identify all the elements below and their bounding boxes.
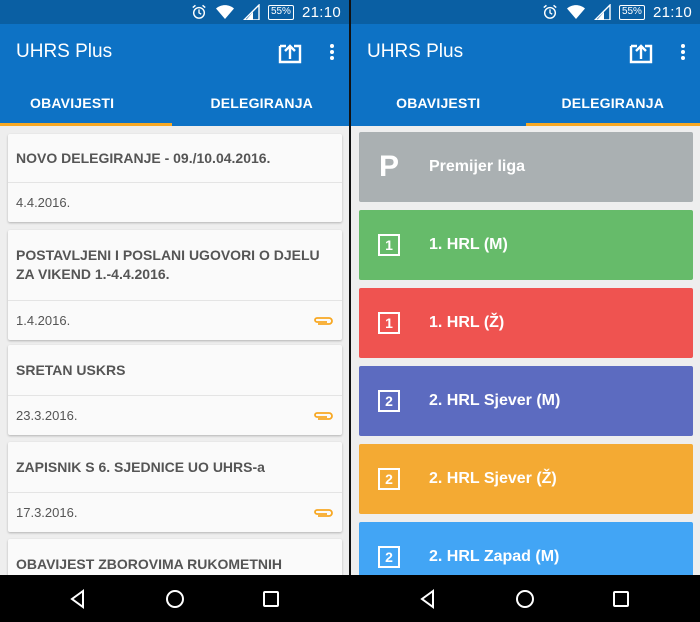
league-name: 2. HRL Sjever (M) [429, 392, 561, 409]
league-item-2-hrl-sjever-z[interactable]: 2 2. HRL Sjever (Ž) [359, 444, 693, 514]
league-item-premijer-liga[interactable]: P Premijer liga [359, 132, 693, 202]
news-card[interactable]: OBAVIJEST ZBOROVIMA RUKOMETNIH [8, 539, 342, 575]
league-item-1-hrl-m[interactable]: 1 1. HRL (M) [359, 210, 693, 280]
signal-icon [593, 4, 611, 20]
tab-delegiranja[interactable]: DELEGIRANJA [525, 80, 700, 126]
attachment-icon [314, 411, 333, 420]
tab-bar: OBAVIJESTI DELEGIRANJA [0, 80, 349, 126]
home-icon[interactable] [163, 587, 187, 611]
app-bar: UHRS Plus [0, 24, 349, 80]
app-title: UHRS Plus [367, 41, 464, 62]
share-icon[interactable] [628, 40, 654, 64]
news-footer: 17.3.2016. [8, 492, 342, 532]
news-title: NOVO DELEGIRANJE - 09./10.04.2016. [16, 149, 271, 166]
attachment-icon [314, 316, 333, 325]
system-nav-bar [0, 575, 700, 622]
tab-delegiranja[interactable]: DELEGIRANJA [172, 80, 350, 126]
news-card[interactable]: NOVO DELEGIRANJE - 09./10.04.2016. 4.4.2… [8, 134, 342, 222]
tab-obavijesti[interactable]: OBAVIJESTI [351, 80, 526, 126]
news-title: POSTAVLJENI I POSLANI UGOVORI O DJELU ZA… [16, 247, 320, 282]
recents-icon[interactable] [609, 587, 633, 611]
news-date: 17.3.2016. [16, 505, 78, 520]
back-icon[interactable] [416, 587, 440, 611]
status-bar: 55% 21:10 [351, 0, 700, 24]
league-list: P Premijer liga 1 1. HRL (M) 1 1. HRL (Ž… [351, 126, 700, 575]
league-name: 2. HRL Zapad (M) [429, 548, 560, 565]
news-list: NOVO DELEGIRANJE - 09./10.04.2016. 4.4.2… [0, 126, 349, 575]
clock: 21:10 [301, 3, 341, 21]
alarm-icon [543, 4, 557, 19]
news-date: 4.4.2016. [16, 195, 71, 210]
status-bar: 55% 21:10 [0, 0, 349, 24]
news-title: ZAPISNIK S 6. SJEDNICE UO UHRS-a [16, 458, 265, 475]
news-footer: 4.4.2016. [8, 182, 342, 222]
battery-icon: 55% [618, 4, 645, 20]
league-name: Premijer liga [429, 158, 526, 175]
number-2-icon: 2 [359, 468, 419, 490]
screen-delegations: 55% 21:10 UHRS Plus OBAVIJESTI DELEGIRAN… [351, 0, 700, 575]
home-icon[interactable] [513, 587, 537, 611]
news-card[interactable]: ZAPISNIK S 6. SJEDNICE UO UHRS-a 17.3.20… [8, 442, 342, 532]
league-name: 1. HRL (M) [429, 236, 508, 253]
news-date: 23.3.2016. [16, 408, 78, 423]
wifi-icon [215, 5, 234, 19]
league-name: 2. HRL Sjever (Ž) [429, 470, 557, 487]
app-bar: UHRS Plus [351, 24, 700, 80]
overflow-menu-icon[interactable] [325, 40, 339, 64]
news-title: SRETAN USKRS [16, 361, 126, 378]
tab-bar: OBAVIJESTI DELEGIRANJA [351, 80, 700, 126]
clock: 21:10 [652, 3, 692, 21]
attachment-icon [314, 508, 333, 517]
league-name: 1. HRL (Ž) [429, 314, 505, 331]
number-1-icon: 1 [359, 312, 419, 334]
news-date: 1.4.2016. [16, 313, 71, 328]
letter-p-icon: P [378, 150, 399, 183]
screen-news: 55% 21:10 UHRS Plus OBAVIJESTI DELEGIRAN… [0, 0, 349, 575]
number-2-icon: 2 [359, 546, 419, 568]
news-title: OBAVIJEST ZBOROVIMA RUKOMETNIH [16, 555, 283, 572]
number-1-icon: 1 [359, 234, 419, 256]
news-footer: 1.4.2016. [8, 300, 342, 340]
tab-obavijesti[interactable]: OBAVIJESTI [0, 80, 172, 126]
wifi-icon [566, 5, 585, 19]
news-card[interactable]: POSTAVLJENI I POSLANI UGOVORI O DJELU ZA… [8, 230, 342, 340]
share-icon[interactable] [277, 40, 303, 64]
league-item-2-hrl-zapad-m[interactable]: 2 2. HRL Zapad (M) [359, 522, 693, 575]
recents-icon[interactable] [259, 587, 283, 611]
signal-icon [242, 4, 260, 20]
news-footer: 23.3.2016. [8, 395, 342, 435]
overflow-menu-icon[interactable] [676, 40, 690, 64]
league-item-1-hrl-z[interactable]: 1 1. HRL (Ž) [359, 288, 693, 358]
alarm-icon [192, 4, 206, 19]
back-icon[interactable] [66, 587, 90, 611]
number-2-icon: 2 [359, 390, 419, 412]
app-title: UHRS Plus [16, 41, 113, 62]
battery-icon: 55% [267, 4, 294, 20]
news-card[interactable]: SRETAN USKRS 23.3.2016. [8, 345, 342, 435]
league-item-2-hrl-sjever-m[interactable]: 2 2. HRL Sjever (M) [359, 366, 693, 436]
